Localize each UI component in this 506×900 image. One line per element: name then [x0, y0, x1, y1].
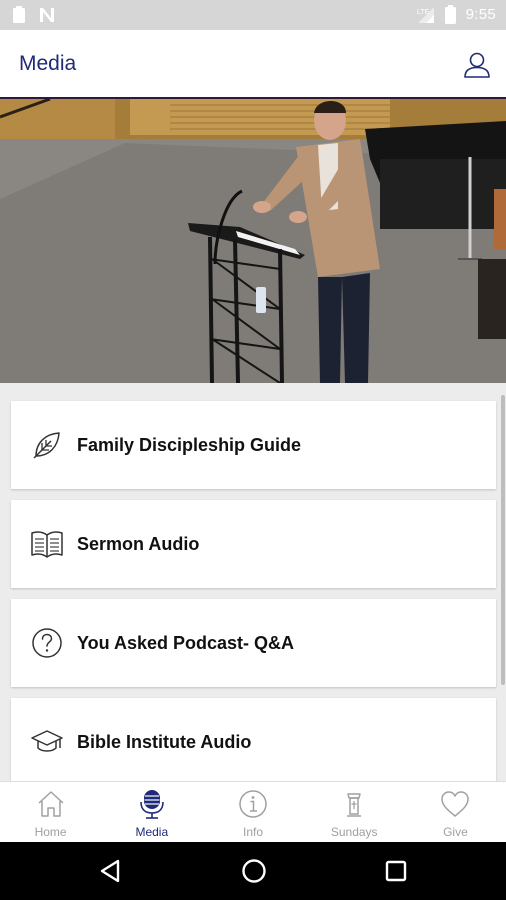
system-nav-bar: [0, 842, 506, 900]
nav-label-give: Give: [443, 825, 468, 839]
media-item-label: You Asked Podcast- Q&A: [77, 632, 295, 653]
svg-text:LTE: LTE: [417, 9, 430, 16]
page-title: Media: [19, 52, 77, 75]
system-home-button[interactable]: [239, 856, 269, 886]
media-item-sermon-audio[interactable]: Sermon Audio: [11, 500, 496, 588]
bottom-nav: Home Media Info Sundays Give: [0, 781, 506, 842]
nav-item-home[interactable]: Home: [0, 782, 101, 842]
nav-item-media[interactable]: Media: [101, 782, 202, 842]
back-icon: [100, 859, 120, 883]
scrollbar[interactable]: [501, 395, 505, 685]
info-icon: [237, 788, 269, 820]
nav-label-sundays: Sundays: [330, 825, 378, 839]
status-bar: LTE 9:55: [0, 0, 506, 30]
microphone-icon: [136, 788, 168, 820]
system-back-button[interactable]: [96, 856, 126, 886]
nav-item-sundays[interactable]: Sundays: [304, 782, 405, 842]
media-item-label: Sermon Audio: [77, 533, 200, 554]
nav-label-info: Info: [243, 825, 264, 839]
preacher-photo: [0, 99, 506, 383]
pulpit-icon: [338, 788, 370, 820]
signal-icon: LTE: [417, 6, 434, 23]
leaf-icon: [29, 427, 65, 463]
recents-icon: [385, 860, 407, 882]
clipboard-icon: [13, 6, 25, 23]
hero-image: [0, 99, 506, 383]
media-item-label: Family Discipleship Guide: [77, 434, 302, 455]
graduation-cap-icon: [29, 724, 65, 760]
battery-icon: [444, 5, 456, 24]
media-item-you-asked-podcast[interactable]: You Asked Podcast- Q&A: [11, 599, 496, 687]
profile-button[interactable]: [462, 50, 492, 80]
nav-label-home: Home: [34, 825, 67, 839]
system-recents-button[interactable]: [381, 856, 411, 886]
media-item-family-discipleship-guide[interactable]: Family Discipleship Guide: [11, 401, 496, 489]
n-notification-icon: [40, 8, 54, 22]
home-circle-icon: [242, 859, 266, 883]
nav-item-give[interactable]: Give: [405, 782, 506, 842]
nav-item-info[interactable]: Info: [202, 782, 303, 842]
media-list: Family Discipleship Guide Sermon Audio Y…: [0, 383, 506, 781]
open-book-icon: [29, 526, 65, 562]
home-icon: [35, 788, 67, 820]
question-circle-icon: [29, 625, 65, 661]
media-item-bible-institute-audio[interactable]: Bible Institute Audio: [11, 698, 496, 781]
person-outline-icon: [464, 52, 490, 78]
app-bar: Media: [0, 30, 506, 98]
status-time: 9:55: [465, 6, 496, 23]
heart-icon: [439, 788, 471, 820]
media-item-label: Bible Institute Audio: [77, 731, 252, 752]
nav-label-media: Media: [135, 825, 169, 839]
